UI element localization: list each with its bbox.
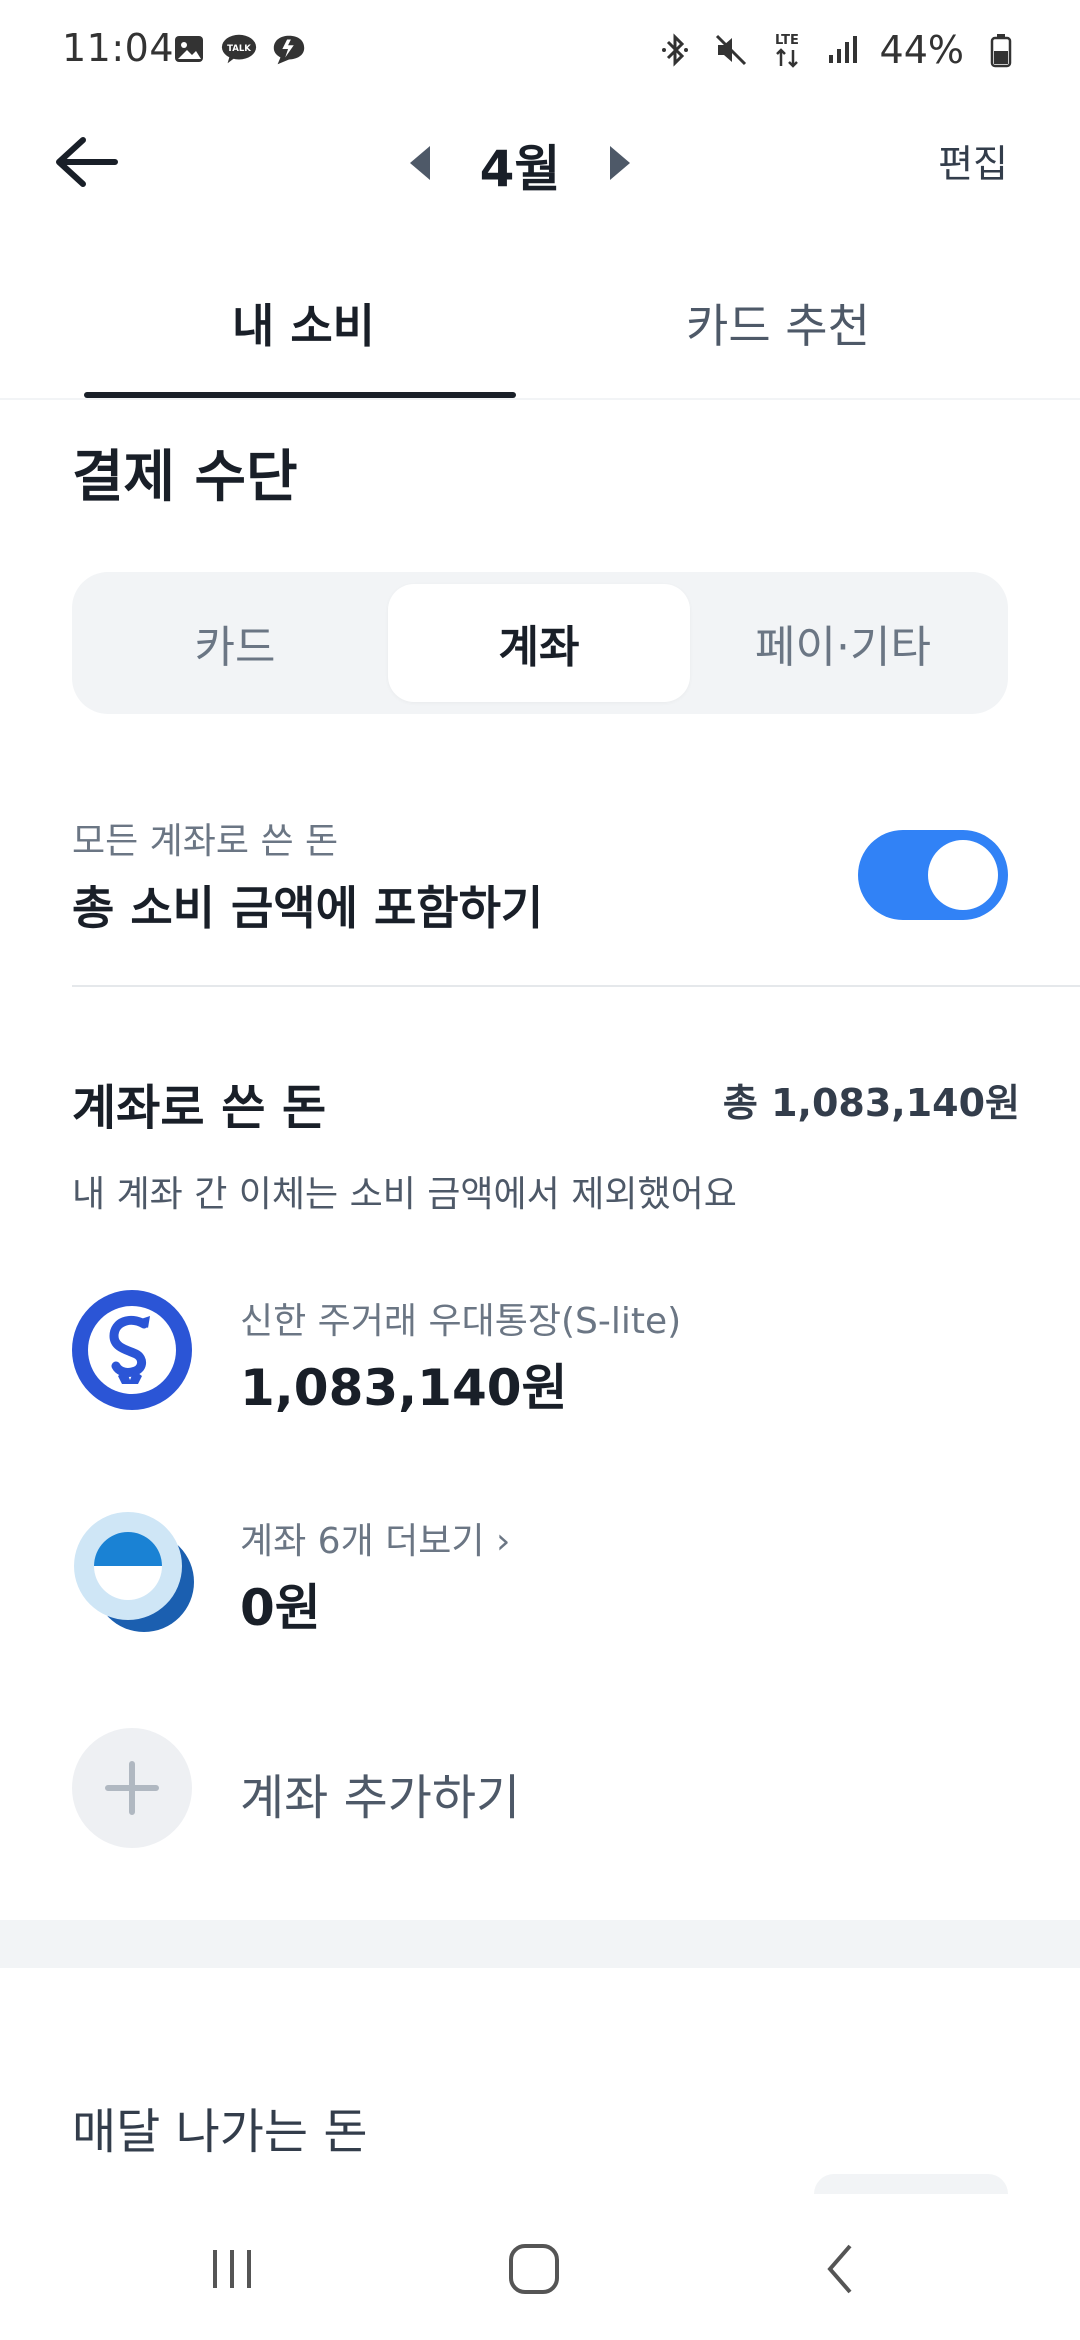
toggle-knob xyxy=(928,840,998,910)
tab-indicator xyxy=(84,392,516,398)
payment-method-segment: 카드 계좌 페이·기타 xyxy=(72,572,1008,714)
system-nav-bar xyxy=(0,2196,1080,2340)
next-month-button[interactable] xyxy=(600,140,640,190)
header: 4월 편집 xyxy=(0,105,1080,215)
battery-percent: 44% xyxy=(879,28,964,72)
prev-month-button[interactable] xyxy=(400,140,440,190)
bank-logo-stack-icon xyxy=(72,1510,194,1632)
gallery-icon xyxy=(170,30,208,68)
chevron-left-icon xyxy=(820,2242,860,2300)
account-row-shinhan[interactable]: 신한 주거래 우대통장(S-lite) 1,083,140원 xyxy=(72,1290,1008,1420)
shinhan-logo-icon xyxy=(72,1290,192,1410)
status-bar: 11:04 TALK LTE 44% xyxy=(0,0,1080,105)
more-accounts-amount: 0원 xyxy=(240,1579,321,1637)
triangle-left-icon xyxy=(408,144,432,186)
account-spending-title: 계좌로 쓴 돈 xyxy=(72,1080,327,1136)
status-icons-left: TALK xyxy=(170,30,308,68)
svg-text:LTE: LTE xyxy=(775,33,799,48)
arrow-left-icon xyxy=(55,136,119,192)
account-name: 신한 주거래 우대통장(S-lite) xyxy=(240,1301,682,1342)
add-account-label: 계좌 추가하기 xyxy=(240,1770,521,1826)
monthly-spending-title: 매달 나가는 돈 xyxy=(72,2104,368,2160)
bluetooth-icon xyxy=(656,31,694,69)
recents-icon xyxy=(207,2244,257,2298)
section-title: 결제 수단 xyxy=(72,445,298,510)
home-button[interactable] xyxy=(494,2236,574,2306)
account-spending-total: 총 1,083,140원 xyxy=(722,1081,1020,1125)
toggle-title: 총 소비 금액에 포함하기 xyxy=(72,881,544,935)
segment-account[interactable]: 계좌 xyxy=(388,584,690,702)
add-account-row[interactable]: 계좌 추가하기 xyxy=(72,1728,1008,1858)
home-icon xyxy=(507,2242,561,2300)
account-row-more[interactable]: 계좌 6개 더보기 › 0원 xyxy=(72,1510,1008,1640)
divider xyxy=(72,985,1080,987)
toggle-subtitle: 모든 계좌로 쓴 돈 xyxy=(72,821,339,862)
signal-icon xyxy=(824,31,862,69)
system-back-button[interactable] xyxy=(800,2236,880,2306)
tab-bar: 내 소비 카드 추천 xyxy=(0,270,1080,400)
account-amount: 1,083,140원 xyxy=(240,1359,568,1417)
tab-my-spending[interactable]: 내 소비 xyxy=(232,290,375,370)
segment-card[interactable]: 카드 xyxy=(84,584,386,702)
status-time: 11:04 xyxy=(62,26,175,70)
tab-card-recommend[interactable]: 카드 추천 xyxy=(686,290,870,370)
svg-text:TALK: TALK xyxy=(227,44,251,54)
lte-icon: LTE xyxy=(768,31,806,69)
account-spending-note: 내 계좌 간 이체는 소비 금액에서 제외했어요 xyxy=(72,1174,737,1215)
kakaotalk-icon: TALK xyxy=(220,30,258,68)
include-total-toggle[interactable] xyxy=(858,830,1008,920)
edit-button[interactable]: 편집 xyxy=(938,133,1008,188)
chat-bubble-icon xyxy=(270,30,308,68)
segment-pay-etc[interactable]: 페이·기타 xyxy=(692,584,994,702)
monthly-pill-partial xyxy=(814,2174,1008,2194)
month-selector: 4월 xyxy=(400,125,640,205)
mute-icon xyxy=(712,31,750,69)
battery-icon xyxy=(982,31,1020,69)
recents-button[interactable] xyxy=(192,2236,272,2306)
more-accounts-link[interactable]: 계좌 6개 더보기 › xyxy=(240,1512,510,1564)
month-label: 4월 xyxy=(479,140,561,198)
plus-icon xyxy=(72,1728,192,1848)
triangle-right-icon xyxy=(608,144,632,186)
section-separator xyxy=(0,1920,1080,1968)
status-icons-right: LTE 44% xyxy=(656,28,1020,72)
back-button[interactable] xyxy=(52,129,122,199)
